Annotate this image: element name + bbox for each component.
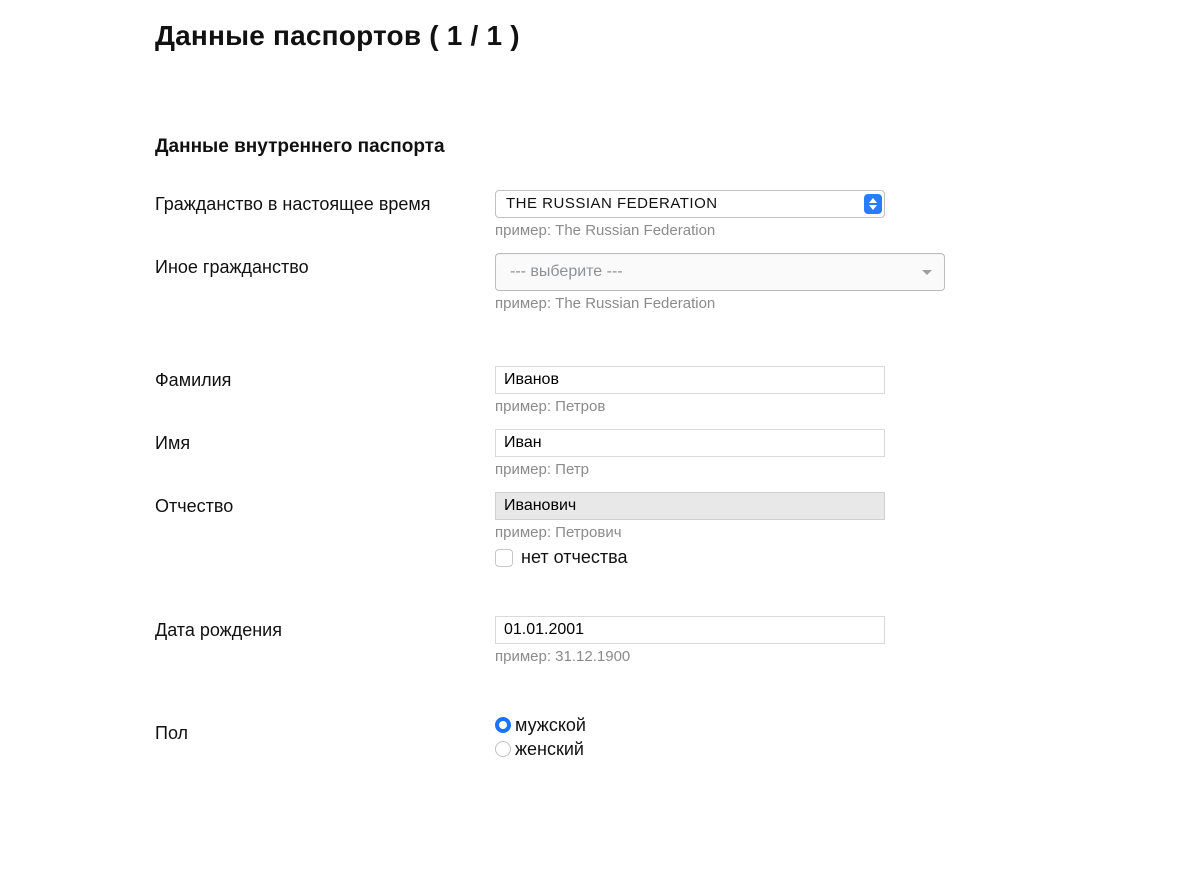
page-title: Данные паспортов ( 1 / 1 )	[155, 20, 1140, 52]
other-citizenship-label: Иное гражданство	[155, 253, 495, 278]
other-citizenship-select[interactable]: --- выберите ---	[495, 253, 945, 291]
patronymic-hint: пример: Петрович	[495, 524, 895, 541]
citizenship-select[interactable]: THE RUSSIAN FEDERATION	[495, 190, 885, 218]
other-citizenship-placeholder: --- выберите ---	[510, 263, 623, 281]
given-name-input[interactable]	[495, 429, 885, 457]
given-name-label: Имя	[155, 429, 495, 454]
dob-label: Дата рождения	[155, 616, 495, 641]
sex-radio-female[interactable]	[495, 741, 511, 757]
sex-radio-male-label: мужской	[515, 715, 586, 736]
patronymic-input[interactable]	[495, 492, 885, 520]
dob-input[interactable]	[495, 616, 885, 644]
chevron-down-icon	[922, 270, 932, 275]
dob-hint: пример: 31.12.1900	[495, 648, 895, 665]
surname-label: Фамилия	[155, 366, 495, 391]
sex-radio-male[interactable]	[495, 717, 511, 733]
citizenship-hint: пример: The Russian Federation	[495, 222, 895, 239]
no-patronymic-label: нет отчества	[521, 547, 627, 568]
given-name-hint: пример: Петр	[495, 461, 895, 478]
no-patronymic-checkbox[interactable]	[495, 549, 513, 567]
surname-hint: пример: Петров	[495, 398, 895, 415]
citizenship-select-value: THE RUSSIAN FEDERATION	[506, 191, 718, 217]
citizenship-label: Гражданство в настоящее время	[155, 190, 495, 215]
other-citizenship-hint: пример: The Russian Federation	[495, 295, 895, 312]
sex-radio-female-label: женский	[515, 739, 584, 760]
sex-label: Пол	[155, 713, 495, 744]
select-arrows-icon	[864, 194, 882, 214]
surname-input[interactable]	[495, 366, 885, 394]
section-title-internal-passport: Данные внутреннего паспорта	[155, 136, 1140, 158]
patronymic-label: Отчество	[155, 492, 495, 517]
